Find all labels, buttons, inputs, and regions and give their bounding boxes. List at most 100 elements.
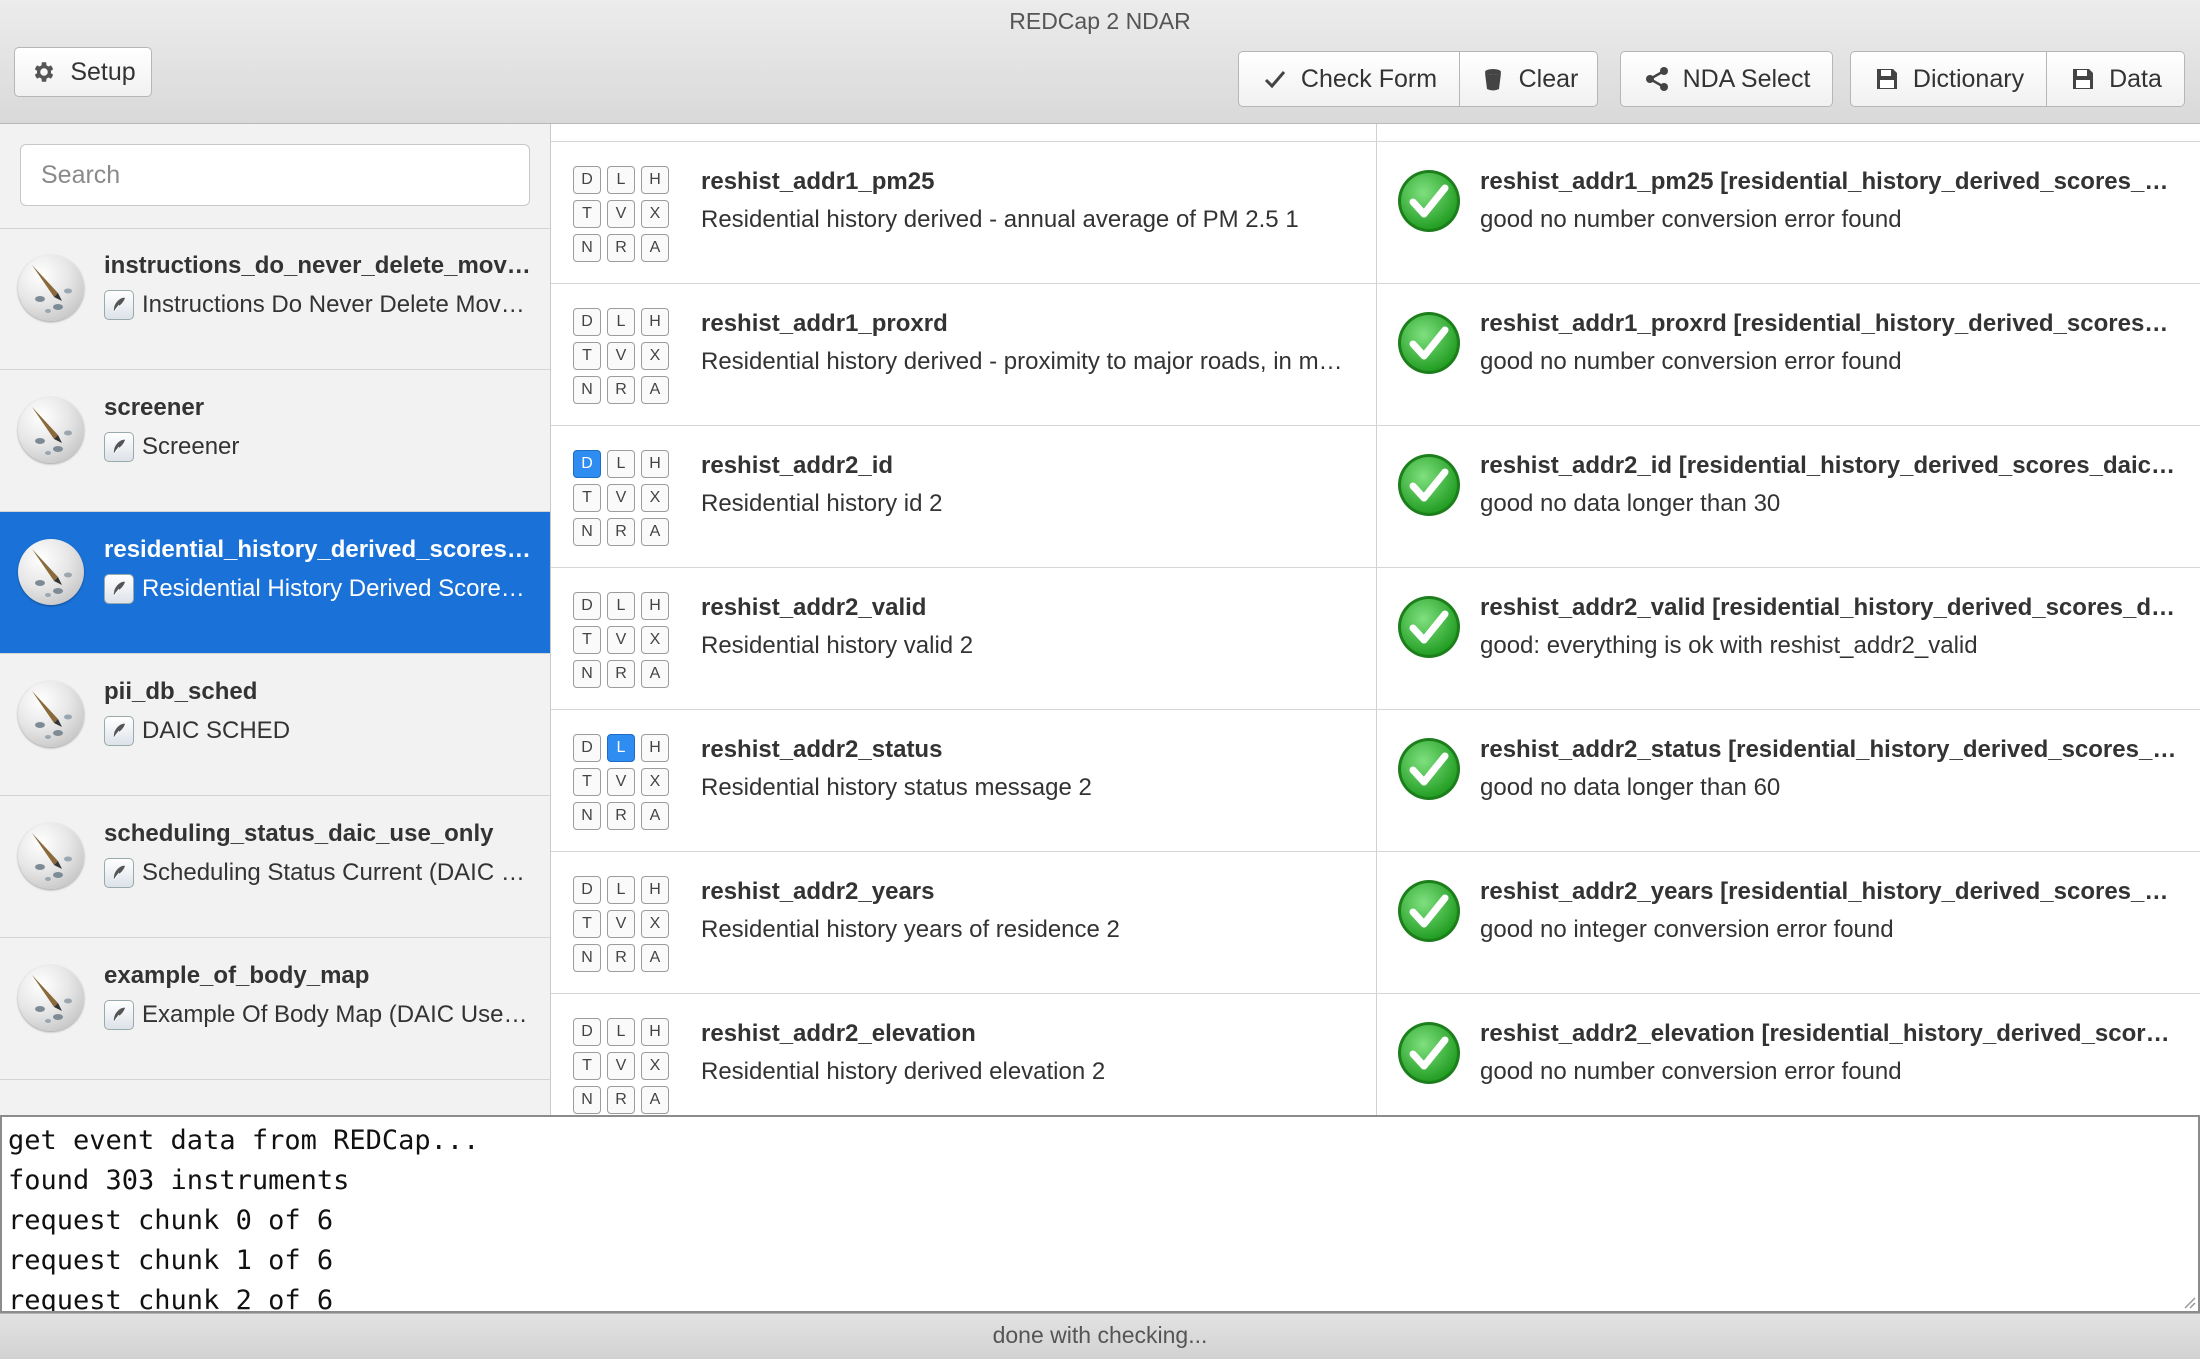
instrument-item[interactable]: pii_db_sched DAIC SCHED bbox=[0, 654, 550, 796]
flag-badge-x[interactable]: X bbox=[641, 484, 669, 512]
flag-badge-d[interactable]: D bbox=[573, 734, 601, 762]
flag-badge-r[interactable]: R bbox=[607, 660, 635, 688]
flag-badge-d[interactable]: D bbox=[573, 876, 601, 904]
field-row[interactable]: D L H T V X N R Areshist_addr2_valid Residential … bbox=[551, 567, 2200, 709]
flag-badge-x[interactable]: X bbox=[641, 342, 669, 370]
flag-badge-v[interactable]: V bbox=[607, 626, 635, 654]
instrument-item[interactable]: residential_history_derived_scores… Resid… bbox=[0, 512, 550, 654]
flag-badge-n[interactable]: N bbox=[573, 376, 601, 404]
flag-badge-r[interactable]: R bbox=[607, 802, 635, 830]
flag-badge-d[interactable]: D bbox=[573, 450, 601, 478]
flag-badge-l[interactable]: L bbox=[607, 734, 635, 762]
flag-badge-n[interactable]: N bbox=[573, 660, 601, 688]
instrument-item-partial[interactable] bbox=[0, 1080, 550, 1115]
field-row[interactable]: D L H T V X N R Areshist_addr1_proxrd Residential… bbox=[551, 283, 2200, 425]
flag-badge-n[interactable]: N bbox=[573, 802, 601, 830]
flag-badge-t[interactable]: T bbox=[573, 910, 601, 938]
check-form-button[interactable]: Check Form bbox=[1238, 51, 1460, 107]
flag-badge-l[interactable]: L bbox=[607, 450, 635, 478]
flag-badge-t[interactable]: T bbox=[573, 200, 601, 228]
flag-badge-v[interactable]: V bbox=[607, 910, 635, 938]
field-flag-badges: DLH TVX NRA bbox=[573, 166, 673, 262]
flag-badge-v[interactable]: V bbox=[607, 200, 635, 228]
flag-badge-v[interactable]: V bbox=[607, 342, 635, 370]
flag-badge-t[interactable]: T bbox=[573, 484, 601, 512]
flag-badge-a[interactable]: A bbox=[641, 802, 669, 830]
flag-badge-n[interactable]: N bbox=[573, 234, 601, 262]
field-row[interactable]: D L H T V X N R Areshist_addr2_elevation Resident… bbox=[551, 993, 2200, 1115]
dictionary-button[interactable]: Dictionary bbox=[1850, 51, 2047, 107]
search-input[interactable] bbox=[20, 144, 530, 206]
field-row[interactable]: D L H T V X N R Areshist_addr2_years Residential … bbox=[551, 851, 2200, 993]
log-line: request chunk 0 of 6 bbox=[8, 1205, 334, 1236]
form-document-icon bbox=[104, 858, 134, 888]
flag-badge-h[interactable]: H bbox=[641, 166, 669, 194]
flag-badge-h[interactable]: H bbox=[641, 1018, 669, 1046]
flag-badge-h[interactable]: H bbox=[641, 450, 669, 478]
flag-badge-x[interactable]: X bbox=[641, 910, 669, 938]
dictionary-label: Dictionary bbox=[1912, 64, 2025, 93]
flag-badge-h[interactable]: H bbox=[641, 876, 669, 904]
flag-badge-r[interactable]: R bbox=[607, 234, 635, 262]
flag-badge-a[interactable]: A bbox=[641, 376, 669, 404]
flag-badge-h[interactable]: H bbox=[641, 308, 669, 336]
flag-badge-n[interactable]: N bbox=[573, 944, 601, 972]
setup-label: Setup bbox=[70, 57, 136, 86]
field-flag-badges: DLH TVX NRA bbox=[573, 592, 673, 688]
flag-badge-d[interactable]: D bbox=[573, 1018, 601, 1046]
flag-badge-t[interactable]: T bbox=[573, 342, 601, 370]
flag-badge-r[interactable]: R bbox=[607, 944, 635, 972]
flag-badge-d[interactable]: D bbox=[573, 308, 601, 336]
flag-badge-x[interactable]: X bbox=[641, 768, 669, 796]
flag-badge-r[interactable]: R bbox=[607, 376, 635, 404]
flag-badge-l[interactable]: L bbox=[607, 166, 635, 194]
instrument-item[interactable]: scheduling_status_daic_use_only Schedulin… bbox=[0, 796, 550, 938]
field-row[interactable]: D L H T V X N R Areshist_addr2_status Residential… bbox=[551, 709, 2200, 851]
flag-badge-r[interactable]: R bbox=[607, 518, 635, 546]
flag-badge-a[interactable]: A bbox=[641, 944, 669, 972]
flag-badge-x[interactable]: X bbox=[641, 200, 669, 228]
flag-badge-n[interactable]: N bbox=[573, 1086, 601, 1114]
flag-badge-a[interactable]: A bbox=[641, 234, 669, 262]
flag-badge-d[interactable]: D bbox=[573, 592, 601, 620]
field-row[interactable]: D L H T V X N R Areshist_addr1_pm25 Residential h… bbox=[551, 141, 2200, 283]
flag-badge-l[interactable]: L bbox=[607, 1018, 635, 1046]
success-check-icon bbox=[1398, 454, 1460, 516]
flag-badge-t[interactable]: T bbox=[573, 1052, 601, 1080]
flag-badge-h[interactable]: H bbox=[641, 592, 669, 620]
flag-badge-a[interactable]: A bbox=[641, 518, 669, 546]
instrument-item[interactable]: screener Screener bbox=[0, 370, 550, 512]
flag-badge-t[interactable]: T bbox=[573, 768, 601, 796]
data-button[interactable]: Data bbox=[2047, 51, 2185, 107]
flag-badge-l[interactable]: L bbox=[607, 308, 635, 336]
flag-badge-v[interactable]: V bbox=[607, 1052, 635, 1080]
flag-badge-x[interactable]: X bbox=[641, 626, 669, 654]
instrument-avatar-icon bbox=[18, 823, 84, 889]
instrument-item[interactable]: instructions_do_never_delete_mov… Instruc… bbox=[0, 228, 550, 370]
field-description: Residential history years of residence 2 bbox=[701, 916, 1120, 943]
nda-select-button[interactable]: NDA Select bbox=[1620, 51, 1833, 107]
resize-grip-icon[interactable] bbox=[2180, 1293, 2196, 1309]
instrument-subtitle: Screener bbox=[104, 432, 534, 462]
flag-badge-d[interactable]: D bbox=[573, 166, 601, 194]
flag-badge-v[interactable]: V bbox=[607, 484, 635, 512]
flag-badge-a[interactable]: A bbox=[641, 660, 669, 688]
setup-button[interactable]: Setup bbox=[14, 47, 152, 97]
flag-badge-l[interactable]: L bbox=[607, 592, 635, 620]
flag-badge-n[interactable]: N bbox=[573, 518, 601, 546]
flag-badge-a[interactable]: A bbox=[641, 1086, 669, 1114]
flag-badge-r[interactable]: R bbox=[607, 1086, 635, 1114]
flag-badge-v[interactable]: V bbox=[607, 768, 635, 796]
flag-badge-l[interactable]: L bbox=[607, 876, 635, 904]
check-result-message: good no number conversion error found bbox=[1480, 206, 1902, 233]
clear-button[interactable]: Clear bbox=[1460, 51, 1598, 107]
instrument-item[interactable]: example_of_body_map Example Of Body Map (… bbox=[0, 938, 550, 1080]
flag-badge-h[interactable]: H bbox=[641, 734, 669, 762]
field-flag-badges: DLH TVX NRA bbox=[573, 308, 673, 404]
log-console[interactable]: get event data from REDCap... found 303 i… bbox=[0, 1115, 2200, 1313]
status-bar: done with checking... bbox=[0, 1313, 2200, 1359]
flag-badge-t[interactable]: T bbox=[573, 626, 601, 654]
window-title: REDCap 2 NDAR bbox=[1009, 8, 1191, 34]
flag-badge-x[interactable]: X bbox=[641, 1052, 669, 1080]
field-row[interactable]: D L H T V X N R Areshist_addr2_id Residential his… bbox=[551, 425, 2200, 567]
